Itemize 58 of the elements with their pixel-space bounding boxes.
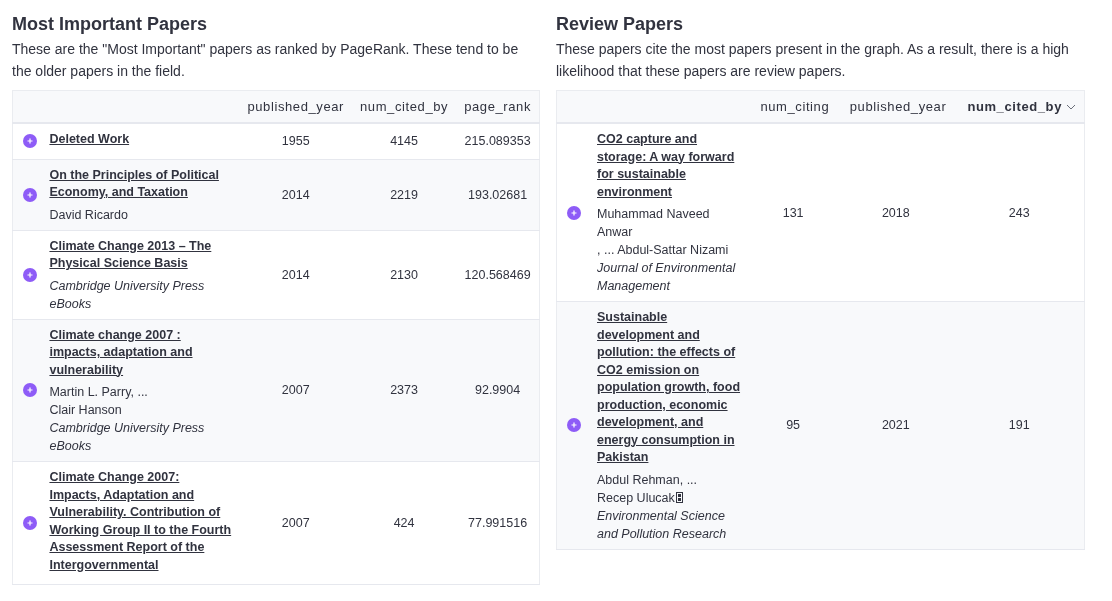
paper-title-link[interactable]: Climate Change 2007: Impacts, Adaptation and Vulnerability. Contribution of Working Group II to the Fourth Assessment Report of the Intergovernmental	[49, 469, 232, 574]
table-cell-value: 120.568469	[464, 267, 531, 282]
table-cell-value: 2007	[281, 516, 310, 530]
table-cell-value: 2021	[881, 418, 910, 433]
paper-author: Recep Ulucak	[597, 490, 675, 505]
paper-venue: Environmental Science and Pollution Research	[597, 507, 728, 543]
paper-author: Martin L. Parry, ...	[49, 385, 148, 399]
section-title: Review Papers	[556, 14, 685, 35]
paper-title-link[interactable]: Climate Change 2013 – The Physical Science Basis	[49, 237, 232, 273]
expand-icon[interactable]	[23, 267, 37, 282]
table-cell-value: 2373	[390, 383, 418, 398]
column-header[interactable]: num_cited_by	[954, 90, 1085, 123]
paper-title-link[interactable]: Climate change 2007 : impacts, adaptation and vulnerability	[49, 326, 232, 379]
paper-author: David Ricardo	[49, 207, 128, 222]
table-cell-value: 243	[1008, 205, 1030, 220]
expand-icon[interactable]	[23, 134, 37, 149]
table-cell-value: 193.02681	[468, 187, 528, 202]
table-cell-value: 92.9904	[475, 383, 521, 398]
table-cell-value: 1955	[281, 134, 310, 149]
section-description: These are the "Most Important" papers as ranked by PageRank. These tend to be the older papers in the field.	[12, 40, 520, 81]
table-cell-value: 77.991516	[468, 516, 528, 530]
paper-title-link[interactable]: Sustainable development and pollution: the effects of CO2 emission on population growth, food production, economic development, and energy consumption in Pakistan	[597, 309, 741, 467]
paper-venue: Cambridge University Press eBooks	[49, 277, 206, 313]
chevron-down-icon	[1066, 103, 1076, 110]
table-cell-value: 2014	[281, 187, 310, 202]
table-cell-value: 4145	[390, 134, 418, 149]
expand-icon[interactable]	[567, 418, 581, 433]
paper-title-link[interactable]: Deleted Work	[49, 131, 232, 149]
column-header[interactable]: published_year	[837, 90, 955, 123]
expand-icon[interactable]	[567, 205, 581, 220]
section-description: These papers cite the most papers present in the graph. As a result, there is a high likelihood that these papers are review papers.	[556, 40, 1070, 81]
table-cell-value: 2014	[281, 267, 310, 282]
column-header[interactable]: num_cited_by	[352, 90, 457, 123]
column-header[interactable]: published_year	[239, 90, 352, 123]
paper-author: Clair Hanson	[49, 403, 122, 417]
missing-glyph-icon	[675, 491, 683, 503]
paper-title-link[interactable]: CO2 capture and storage: A way forward for sustainable environment	[597, 131, 741, 201]
table-cell-value: 2018	[881, 205, 910, 220]
paper-author: Abdul Rehman, ...	[597, 472, 698, 487]
paper-venue: Journal of Environmental Management	[597, 260, 737, 295]
paper-author: , ... Abdul-Sattar Nizami	[597, 243, 729, 257]
paper-author: Muhammad Naveed Anwar	[597, 207, 710, 239]
table-cell-value: 191	[1008, 418, 1030, 433]
expand-icon[interactable]	[23, 187, 37, 202]
paper-venue: Cambridge University Press eBooks	[49, 420, 206, 455]
column-header[interactable]: num_citing	[749, 90, 838, 123]
table-cell-value: 131	[782, 205, 804, 220]
paper-title-link[interactable]: On the Principles of Political Economy, and Taxation	[49, 166, 232, 202]
table-cell-value: 95	[786, 418, 801, 433]
expand-icon[interactable]	[23, 383, 37, 398]
table-cell-value: 2130	[390, 267, 418, 282]
table-cell-value: 2219	[390, 187, 418, 202]
section-title: Most Important Papers	[12, 14, 209, 35]
table-cell-value: 2007	[281, 383, 310, 398]
expand-icon[interactable]	[23, 516, 37, 530]
column-header[interactable]: page_rank	[456, 90, 540, 123]
table-cell-value: 215.089353	[464, 134, 531, 149]
table-cell-value: 424	[393, 516, 415, 530]
